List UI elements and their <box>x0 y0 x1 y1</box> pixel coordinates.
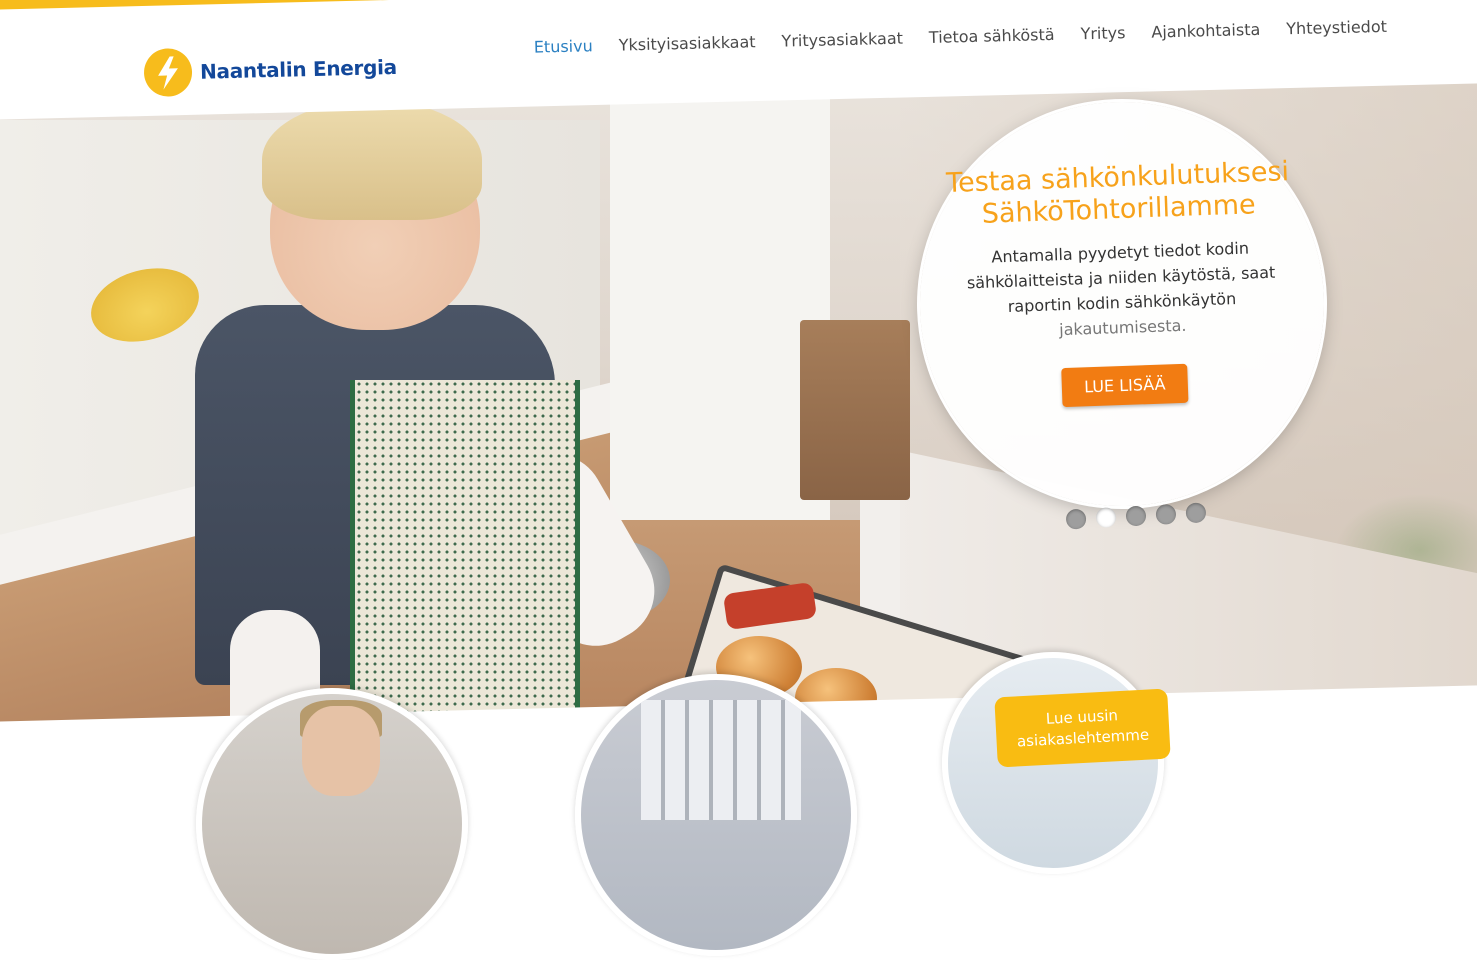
customer-magazine-button[interactable]: Lue uusin asiakaslehtemme <box>994 688 1171 768</box>
nav-item-yhteystiedot[interactable]: Yhteystiedot <box>1272 0 1400 47</box>
slider-dot-5[interactable] <box>1185 502 1207 524</box>
slider-dot-2[interactable] <box>1095 507 1117 529</box>
nav-item-yritys[interactable]: Yritys <box>1067 0 1139 52</box>
lightning-bolt-icon <box>143 47 193 98</box>
slider-dot-3[interactable] <box>1125 505 1147 527</box>
read-more-button[interactable]: LUE LISÄÄ <box>1061 363 1189 408</box>
nav-item-yksityisasiakkaat[interactable]: Yksityisasiakkaat <box>605 8 769 63</box>
nav-item-ajankohtaista[interactable]: Ajankohtaista <box>1138 0 1274 50</box>
feature-bubble-2[interactable] <box>575 674 857 956</box>
slider-dot-4[interactable] <box>1155 503 1177 525</box>
site-logo[interactable]: Naantalin Energia <box>143 43 398 98</box>
nav-item-yritysasiakkaat[interactable]: Yritysasiakkaat <box>768 4 917 59</box>
feature-bubble-1[interactable] <box>196 688 468 960</box>
nav-item-tietoa-sahkosta[interactable]: Tietoa sähköstä <box>915 1 1068 56</box>
hero-title: Testaa sähkönkulutuksesi SähköTohtorilla… <box>945 156 1290 230</box>
brand-name: Naantalin Energia <box>199 54 398 84</box>
nav-item-etusivu[interactable]: Etusivu <box>520 12 606 65</box>
hero-description: Antamalla pyydetyt tiedot kodin sähkölai… <box>966 238 1276 340</box>
slider-dot-1[interactable] <box>1065 508 1087 530</box>
